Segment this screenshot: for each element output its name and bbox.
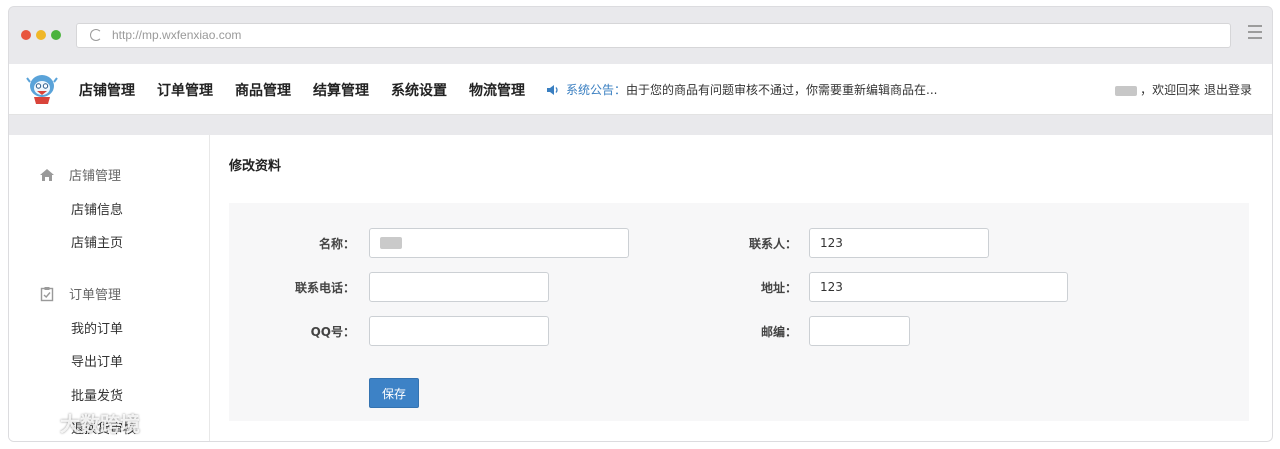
qq-input[interactable] [369,316,549,346]
notice-text: 由于您的商品有问题审核不通过，你需要重新编辑商品在... [626,83,938,97]
mascot-logo-icon[interactable] [25,72,59,106]
minimize-window-dot[interactable] [36,30,46,40]
qq-label: QQ号： [310,325,355,339]
sidebar-item-batch-ship[interactable]: 批量发货 [71,385,123,404]
zip-label: 邮编： [760,325,797,339]
sidebar-item-store-info[interactable]: 店铺信息 [71,199,123,218]
phone-input[interactable] [369,272,549,302]
maximize-window-dot[interactable] [51,30,61,40]
content-area: 店铺管理 店铺信息 店铺主页 订单管理 我的订单 导出订单 批量发货 退换货审核… [9,135,1272,441]
page-title: 修改资料 [229,159,282,174]
sidebar-group-orders-label: 订单管理 [69,288,122,303]
contact-input[interactable] [809,228,989,258]
sidebar-item-store-home[interactable]: 店铺主页 [71,232,123,251]
home-icon [40,168,54,181]
browser-menu-icon[interactable] [1248,25,1262,41]
name-value-blurred [380,237,402,249]
phone-label: 联系电话： [294,281,355,295]
sidebar: 店铺管理 店铺信息 店铺主页 订单管理 我的订单 导出订单 批量发货 退换货审核 [9,135,210,441]
address-bar[interactable]: http://mp.wxfenxiao.com [76,23,1231,48]
sidebar-group-store[interactable]: 店铺管理 [39,165,121,184]
speaker-icon [547,84,558,95]
sidebar-group-store-label: 店铺管理 [69,169,122,184]
contact-label: 联系人： [748,237,797,251]
logout-link[interactable]: 退出登录 [1204,83,1252,97]
zip-input[interactable] [809,316,910,346]
sidebar-item-my-orders[interactable]: 我的订单 [71,318,123,337]
profile-form: 名称： 联系人： 联系电话： 地址： QQ号： 邮编： 保存 [229,203,1249,421]
close-window-dot[interactable] [21,30,31,40]
app-header: 店铺管理 订单管理 商品管理 结算管理 系统设置 物流管理 系统公告： 由于您的… [9,64,1272,115]
watermark-logo-icon [10,413,54,432]
user-area: ，欢迎回来 退出登录 [1115,81,1252,98]
nav-system-settings[interactable]: 系统设置 [391,80,447,100]
clipboard-check-icon [40,286,54,301]
nav-order-management[interactable]: 订单管理 [157,80,213,100]
welcome-text: ，欢迎回来 [1140,83,1201,97]
nav-product-management[interactable]: 商品管理 [235,80,291,100]
reload-icon[interactable] [90,29,102,41]
notice-label: 系统公告： [566,83,627,97]
sidebar-item-export-orders[interactable]: 导出订单 [71,351,123,370]
main-nav: 店铺管理 订单管理 商品管理 结算管理 系统设置 物流管理 [79,64,547,115]
nav-logistics-management[interactable]: 物流管理 [469,80,525,100]
name-input[interactable] [369,228,629,258]
address-url: http://mp.wxfenxiao.com [112,28,242,42]
sidebar-group-orders[interactable]: 订单管理 [39,284,121,303]
address-label: 地址： [760,281,797,295]
address-input[interactable] [809,272,1068,302]
nav-store-management[interactable]: 店铺管理 [79,80,135,100]
browser-toolbar: http://mp.wxfenxiao.com [9,7,1272,63]
watermark: 大数跨境 [8,408,140,437]
system-notice[interactable]: 系统公告： 由于您的商品有问题审核不通过，你需要重新编辑商品在... [546,81,937,98]
nav-settlement-management[interactable]: 结算管理 [313,80,369,100]
main-panel: 修改资料 名称： 联系人： 联系电话： 地址： QQ号： 邮编： 保存 [211,135,1272,441]
watermark-text: 大数跨境 [60,412,140,436]
browser-window: http://mp.wxfenxiao.com 店铺管理 订单管理 商品管理 结… [8,6,1273,442]
name-label: 名称： [318,237,355,251]
username-blurred [1115,85,1138,96]
save-button[interactable]: 保存 [369,378,419,408]
